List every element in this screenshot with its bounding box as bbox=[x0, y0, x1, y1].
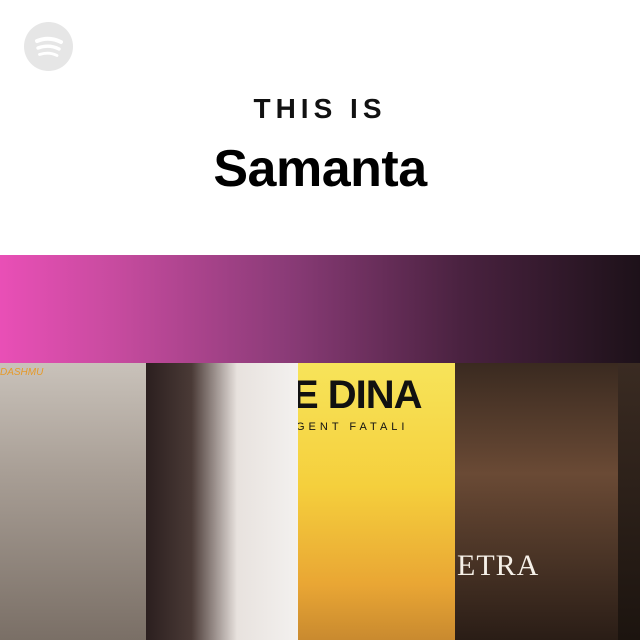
cover-4-label: ETRA bbox=[457, 549, 540, 582]
playlist-eyebrow: THIS IS bbox=[253, 93, 387, 124]
album-cover-1: DASHMU bbox=[0, 363, 146, 640]
album-cover-4: ETRA bbox=[455, 363, 618, 640]
spotify-logo-icon bbox=[24, 22, 73, 71]
album-cover-3: E DINA GENT FATALI bbox=[298, 363, 455, 640]
cover-3-title: E DINA bbox=[298, 373, 423, 417]
artist-title: Samanta bbox=[213, 140, 427, 198]
album-cover-5 bbox=[618, 363, 640, 640]
album-cover-2 bbox=[146, 363, 298, 640]
cover-1-label: DASHMU bbox=[0, 367, 44, 378]
cover-3-artist: GENT FATALI bbox=[298, 421, 409, 433]
